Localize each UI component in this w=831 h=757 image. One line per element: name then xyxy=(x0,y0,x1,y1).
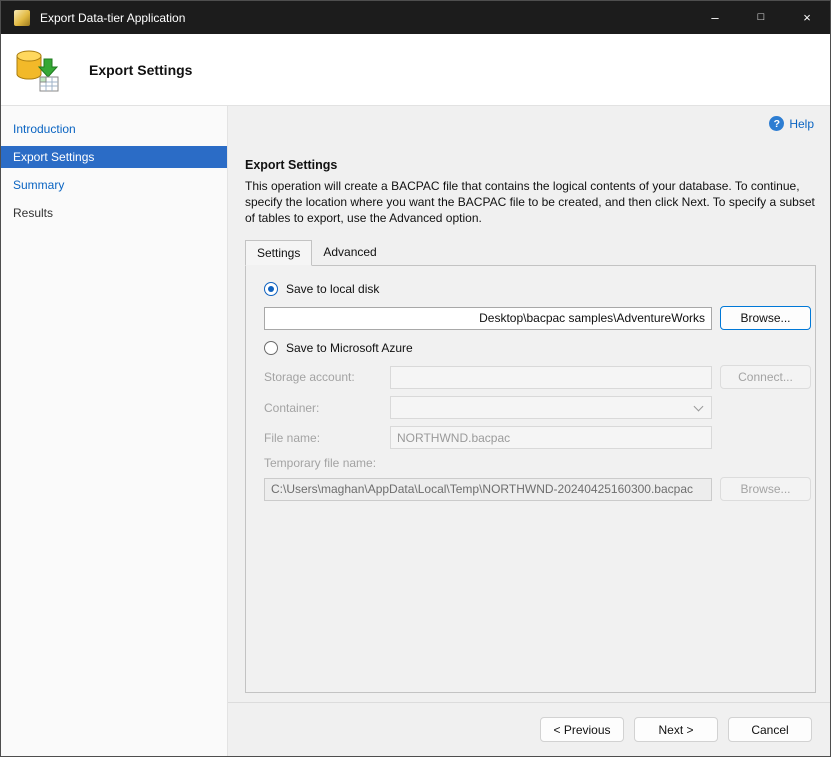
main-pane: ? Help Export Settings This operation wi… xyxy=(228,106,830,756)
file-name-label: File name: xyxy=(264,431,382,445)
local-path-input[interactable] xyxy=(264,307,712,330)
wizard-steps-sidebar: Introduction Export Settings Summary Res… xyxy=(1,106,228,756)
file-name-row: File name: xyxy=(264,426,807,449)
save-local-disk-label: Save to local disk xyxy=(286,282,379,296)
storage-account-input xyxy=(390,366,712,389)
help-label: Help xyxy=(789,117,814,131)
section-description: This operation will create a BACPAC file… xyxy=(245,178,820,226)
connect-button: Connect... xyxy=(720,365,811,389)
wizard-body: Introduction Export Settings Summary Res… xyxy=(1,106,830,756)
sidebar-item-results: Results xyxy=(1,202,227,224)
container-label: Container: xyxy=(264,401,382,415)
save-local-disk-radio[interactable] xyxy=(264,282,278,296)
temp-file-row: Browse... xyxy=(264,477,807,501)
save-azure-label: Save to Microsoft Azure xyxy=(286,341,413,355)
wizard-header: Export Settings xyxy=(1,34,830,106)
save-azure-radio[interactable] xyxy=(264,341,278,355)
save-local-disk-option[interactable]: Save to local disk xyxy=(264,278,807,299)
sidebar-item-introduction[interactable]: Introduction xyxy=(1,118,227,140)
wizard-page-title: Export Settings xyxy=(89,62,192,78)
sidebar-item-summary[interactable]: Summary xyxy=(1,174,227,196)
storage-account-row: Storage account: Connect... xyxy=(264,365,807,389)
window-title: Export Data-tier Application xyxy=(40,11,185,25)
storage-account-label: Storage account: xyxy=(264,370,382,384)
next-button[interactable]: Next > xyxy=(634,717,718,742)
tab-settings[interactable]: Settings xyxy=(245,240,312,266)
main-content: ? Help Export Settings This operation wi… xyxy=(228,106,830,702)
temp-file-label: Temporary file name: xyxy=(264,456,811,470)
minimize-button[interactable]: – xyxy=(692,1,738,34)
temp-file-label-row: Temporary file name: xyxy=(264,456,807,470)
sidebar-item-export-settings[interactable]: Export Settings xyxy=(1,146,227,168)
tab-strip: Settings Advanced xyxy=(245,240,814,266)
titlebar: Export Data-tier Application – □ × xyxy=(1,1,830,34)
temp-file-input xyxy=(264,478,712,501)
chevron-down-icon xyxy=(694,402,704,412)
help-link[interactable]: ? Help xyxy=(769,116,814,131)
cancel-button[interactable]: Cancel xyxy=(728,717,812,742)
export-dac-wizard-window: Export Data-tier Application – □ × Expor… xyxy=(0,0,831,757)
browse-temp-button: Browse... xyxy=(720,477,811,501)
container-row: Container: xyxy=(264,396,807,419)
settings-panel: Save to local disk Browse... Save to Mic… xyxy=(245,265,816,693)
maximize-button[interactable]: □ xyxy=(738,1,784,34)
browse-local-button[interactable]: Browse... xyxy=(720,306,811,330)
container-select xyxy=(390,396,712,419)
export-database-icon xyxy=(13,47,61,93)
section-title: Export Settings xyxy=(245,158,814,172)
window-controls: – □ × xyxy=(692,1,830,34)
previous-button[interactable]: < Previous xyxy=(540,717,624,742)
app-icon xyxy=(14,10,30,26)
help-icon: ? xyxy=(769,116,784,131)
close-button[interactable]: × xyxy=(784,1,830,34)
file-name-input xyxy=(390,426,712,449)
save-azure-option[interactable]: Save to Microsoft Azure xyxy=(264,337,807,358)
wizard-footer: < Previous Next > Cancel xyxy=(228,702,830,756)
tab-advanced[interactable]: Advanced xyxy=(312,240,387,266)
local-path-row: Browse... xyxy=(264,306,807,330)
